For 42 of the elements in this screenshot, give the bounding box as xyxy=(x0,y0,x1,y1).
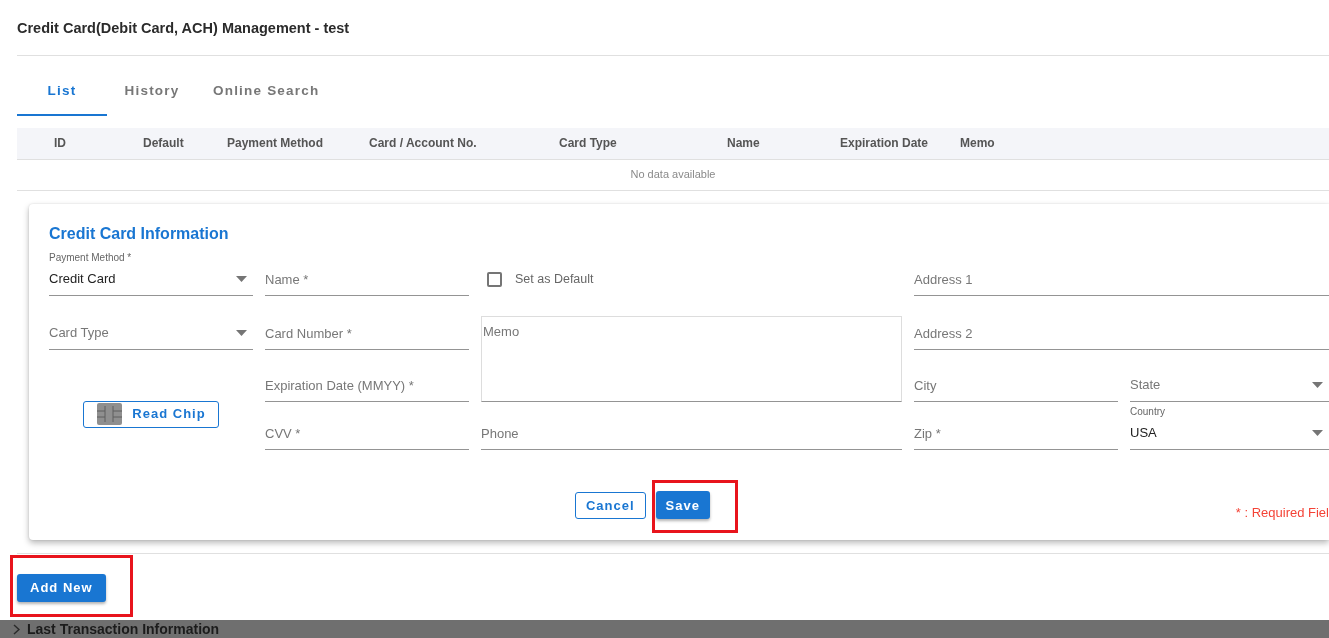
input-field[interactable]: Phone xyxy=(481,418,902,450)
caret-icon xyxy=(1312,382,1323,388)
form-title: Credit Card Information xyxy=(49,223,230,244)
column-header: Payment Method xyxy=(227,128,369,159)
dialog-title: Credit Card(Debit Card, ACH) Management - test xyxy=(17,19,351,38)
save-button[interactable]: Save xyxy=(655,491,710,520)
column-header: Memo xyxy=(960,128,1329,159)
memo-field[interactable]: Memo xyxy=(481,315,902,402)
tab[interactable]: History xyxy=(107,69,197,116)
section-title: Last Transaction Information xyxy=(27,621,220,637)
input-field[interactable]: Name * xyxy=(265,264,469,296)
caret-icon xyxy=(236,330,247,336)
dropdown-field[interactable]: State xyxy=(1130,369,1329,402)
input-field[interactable]: CVV * xyxy=(265,418,469,450)
input-field[interactable]: Address 2 xyxy=(914,318,1329,350)
column-header: Expiration Date xyxy=(840,128,960,159)
chevron-icon xyxy=(13,623,20,635)
dropdown-field[interactable]: Card Type xyxy=(49,317,253,350)
tab[interactable]: List xyxy=(17,69,107,116)
caret-icon xyxy=(236,276,247,282)
column-header: Name xyxy=(727,128,840,159)
input-field[interactable]: Expiration Date (MMYY) * xyxy=(265,370,469,402)
input-field[interactable]: City xyxy=(914,370,1118,402)
dropdown-field[interactable]: Country USA xyxy=(1130,405,1329,450)
column-header: Card Type xyxy=(559,128,727,159)
chip-icon xyxy=(97,403,123,425)
add-new-button[interactable]: Add New xyxy=(17,574,106,602)
checkbox-label: Set as Default xyxy=(515,271,594,289)
tab[interactable]: Online Search xyxy=(197,69,336,116)
input-field[interactable]: Zip * xyxy=(914,418,1118,450)
column-header: Default xyxy=(143,128,227,159)
input-field[interactable]: Address 1 xyxy=(914,264,1329,296)
caret-icon xyxy=(1312,430,1323,436)
input-field[interactable]: Card Number * xyxy=(265,318,469,350)
column-header: Card / Account No. xyxy=(369,128,559,159)
read-chip-button[interactable]: Read Chip xyxy=(83,400,219,428)
cancel-button[interactable]: Cancel xyxy=(574,491,646,519)
dropdown-field[interactable]: Payment Method * Credit Card xyxy=(49,251,253,296)
empty-table-message: No data available xyxy=(17,159,1329,190)
required-fields-note: * : Required Fiel xyxy=(1235,503,1329,522)
column-header: ID xyxy=(17,128,143,159)
checkbox[interactable] xyxy=(487,272,502,287)
